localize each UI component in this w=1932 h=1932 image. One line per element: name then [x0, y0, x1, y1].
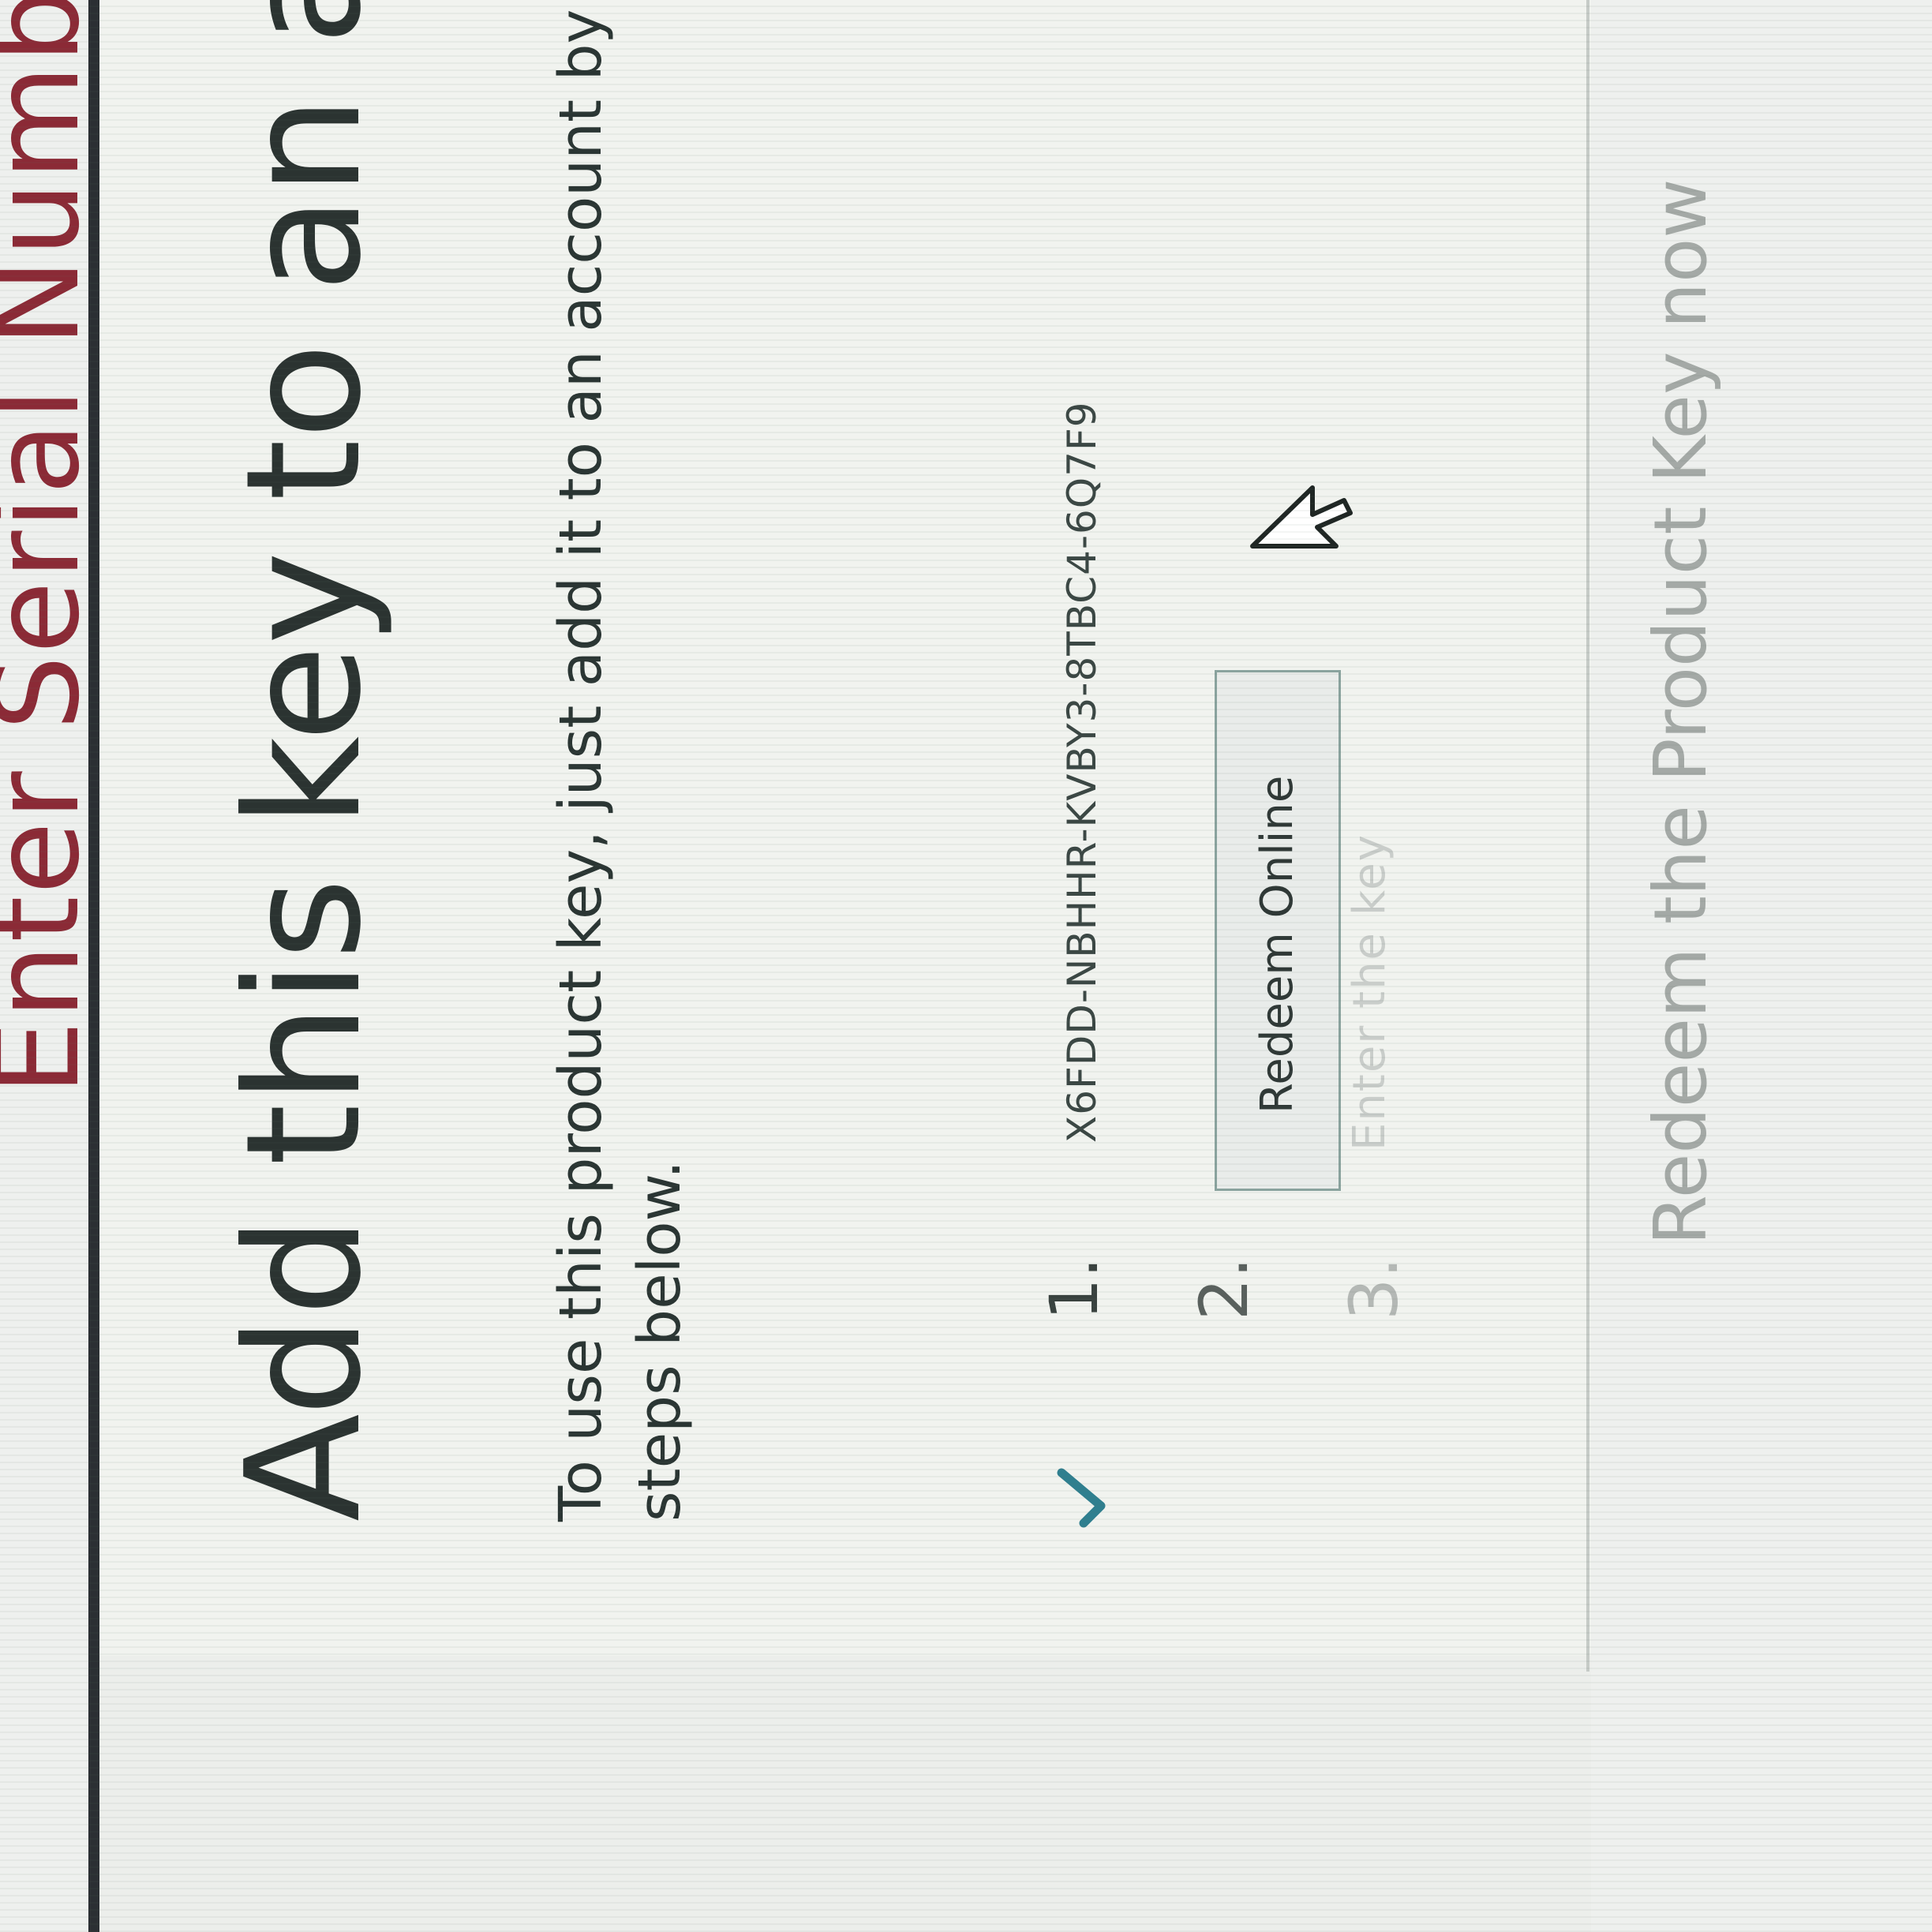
divider: [88, 0, 99, 1932]
product-key-value: X6FDD-NBHHR-KVBY3-8TBC4-6Q7F9: [1059, 401, 1105, 1143]
step-1-number: 1.: [1035, 1256, 1113, 1320]
mouse-cursor-icon: [1250, 485, 1353, 549]
step-3-label: Enter the key: [1344, 833, 1395, 1151]
dialog-description: To use this product key, just add it to …: [547, 0, 615, 1522]
dialog-title: Add this key to an account: [212, 0, 396, 1522]
dialog-description-continued: steps below.: [626, 1160, 694, 1522]
dialog-margin: [99, 1656, 1591, 1932]
page: Enter Serial Number Add this key to an a…: [0, 0, 1932, 1932]
step-3-number: 3.: [1335, 1256, 1413, 1320]
redeem-online-button-label: Redeem Online: [1252, 775, 1303, 1114]
redeem-product-key-now-link[interactable]: Redeem the Product Key now: [1638, 178, 1724, 1245]
redeem-online-button[interactable]: Redeem Online: [1215, 670, 1341, 1191]
screen: Enter Serial Number Add this key to an a…: [0, 0, 1932, 1932]
dialog-border: [1586, 0, 1589, 1672]
redeem-key-dialog: Add this key to an account To use this p…: [99, 0, 1591, 1656]
step-2-number: 2.: [1185, 1256, 1263, 1320]
check-icon: [1057, 1468, 1106, 1528]
